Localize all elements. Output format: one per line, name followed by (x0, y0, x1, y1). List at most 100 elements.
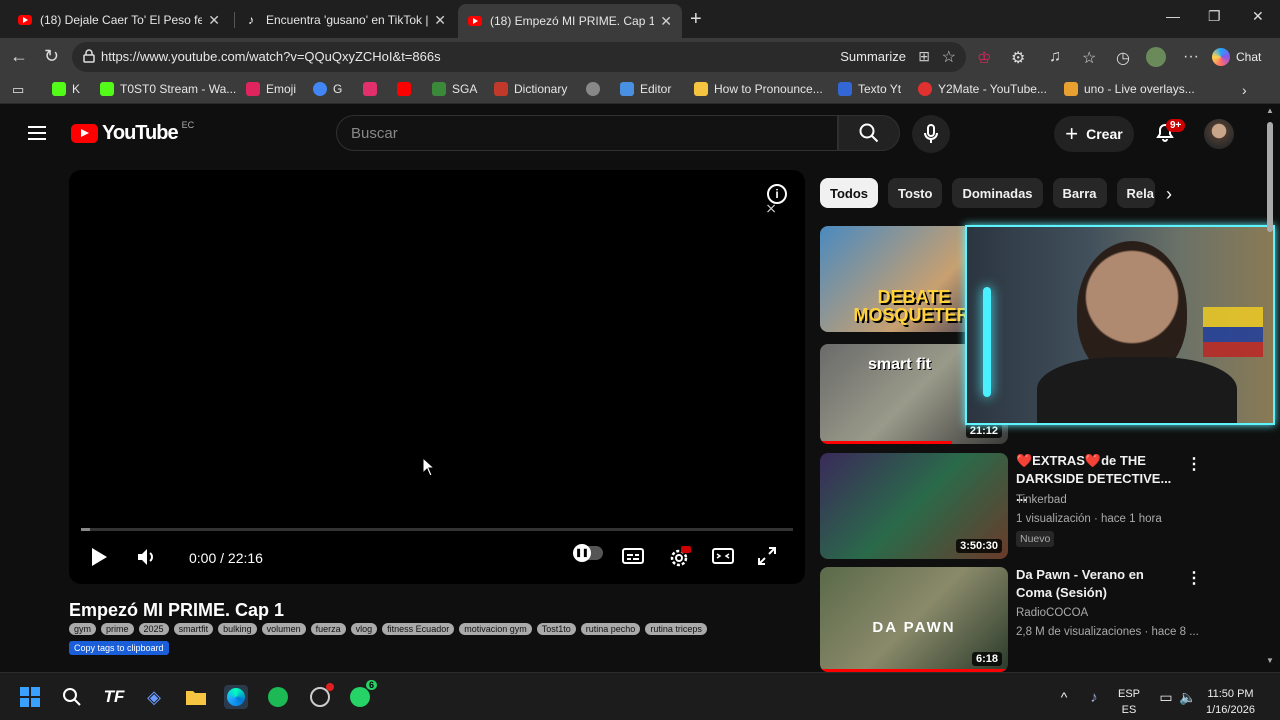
bookmark-item[interactable]: K (52, 82, 80, 96)
summarize-button[interactable]: Summarize (840, 49, 906, 64)
search-icon[interactable] (60, 685, 84, 709)
extensions-puzzle-icon[interactable]: ⚙ (1011, 48, 1025, 68)
clock[interactable]: 11:50 PM 1/16/2026 (1206, 686, 1255, 718)
dev-app-icon[interactable]: ◈ (142, 685, 166, 709)
url-text[interactable]: https://www.youtube.com/watch?v=QQuQxyZC… (101, 49, 441, 64)
close-tab-icon[interactable]: ✕ (208, 12, 220, 29)
tag-chip[interactable]: vlog (350, 623, 378, 635)
tag-chip[interactable]: gym (69, 623, 97, 635)
favorites-icon[interactable]: ☆ (1082, 48, 1096, 68)
tag-chip[interactable]: motivacion gym (459, 623, 532, 635)
volume-tray-icon[interactable]: 🔈 (1176, 685, 1200, 709)
chip-barra[interactable]: Barra (1052, 178, 1107, 208)
language-indicator[interactable]: ESP ES (1118, 686, 1140, 718)
profile-avatar[interactable] (1146, 47, 1166, 67)
recommendation-thumbnail[interactable]: DA PAWN 6:18 (820, 567, 1008, 672)
video-player[interactable]: i ⨯ 0:00 / 22:16 ❚❚ (69, 170, 805, 584)
bookmarks-more-chevron-icon[interactable]: › (1242, 82, 1247, 98)
tag-chip[interactable]: volumen (261, 623, 306, 635)
tray-chevron-up-icon[interactable]: ^ (1052, 685, 1076, 709)
obs-icon[interactable] (308, 683, 334, 709)
create-button[interactable]: + Crear (1054, 116, 1134, 152)
chevron-right-icon[interactable]: › (1166, 184, 1172, 205)
tag-chip[interactable]: 2025 (138, 623, 169, 635)
history-icon[interactable]: ◷ (1116, 48, 1130, 68)
reload-icon[interactable]: ↻ (44, 46, 59, 67)
tag-chip[interactable]: rutina pecho (580, 623, 641, 635)
bookmark-item[interactable]: G (313, 82, 342, 96)
play-button[interactable] (89, 546, 109, 568)
bookmark-openai-icon[interactable] (586, 82, 606, 96)
tag-chip[interactable]: rutina triceps (645, 623, 707, 635)
search-button[interactable] (838, 115, 900, 151)
restore-icon[interactable]: ❐ (1208, 8, 1221, 25)
favorite-star-icon[interactable]: ☆ (942, 47, 956, 67)
tab-youtube-active[interactable]: (18) Empezó MI PRIME. Cap 1 - Yo ✕ (458, 4, 682, 38)
back-arrow-icon[interactable]: ← (10, 46, 28, 67)
youtube-logo[interactable]: YouTube EC (71, 120, 194, 145)
copy-tags-button[interactable]: Copy tags to clipboard (69, 641, 169, 655)
recommendation-thumbnail[interactable]: 3:50:30 (820, 453, 1008, 559)
account-avatar[interactable] (1204, 119, 1234, 149)
bookmark-item[interactable]: Texto Yt (838, 82, 901, 96)
page-scrollbar[interactable]: ▲ ▼ (1264, 104, 1276, 672)
tag-chip[interactable]: fitness Ecuador (382, 623, 455, 635)
progress-bar[interactable] (81, 528, 793, 531)
bookmark-item[interactable]: Y2Mate - YouTube... (918, 82, 1047, 96)
chip-todos[interactable]: Todos (820, 178, 879, 208)
bookmark-reading-icon[interactable]: ▭ (12, 82, 24, 98)
bookmark-item[interactable]: How to Pronounce... (694, 82, 823, 96)
bookmark-item[interactable]: T0ST0 Stream - Wa... (100, 82, 236, 96)
hamburger-menu-icon[interactable] (28, 126, 46, 140)
new-tab-button[interactable]: + (690, 8, 702, 31)
more-menu-icon[interactable]: ··· (1183, 48, 1199, 66)
theater-mode-button[interactable] (711, 546, 735, 566)
network-icon[interactable]: ▭ (1154, 685, 1178, 709)
extension-icon[interactable]: ♔ (977, 48, 991, 68)
chip-tosto[interactable]: Tosto (888, 178, 943, 208)
minimize-icon[interactable]: — (1166, 8, 1180, 24)
windows-start-icon[interactable] (18, 685, 42, 709)
volume-button[interactable] (135, 546, 157, 568)
address-bar[interactable]: https://www.youtube.com/watch?v=QQuQxyZC… (72, 42, 966, 72)
search-input[interactable] (337, 116, 837, 150)
bookmark-item[interactable]: uno - Live overlays... (1064, 82, 1195, 96)
media-icon[interactable]: ♫ (1049, 48, 1061, 66)
site-info-icon[interactable] (82, 49, 96, 63)
close-window-icon[interactable]: ✕ (1252, 8, 1264, 25)
tag-chip[interactable]: smartfit (173, 623, 214, 635)
more-options-icon[interactable]: ⋮ (1186, 454, 1202, 474)
close-tab-icon[interactable]: ✕ (434, 12, 446, 29)
whatsapp-icon[interactable]: 6 (348, 679, 378, 709)
bookmark-instagram-icon[interactable] (363, 82, 383, 96)
tag-chip[interactable]: prime (101, 623, 134, 635)
close-tab-icon[interactable]: ✕ (660, 13, 672, 30)
bookmark-item[interactable]: SGA (432, 82, 477, 96)
tf-app-icon[interactable]: TF (102, 685, 126, 709)
bookmark-item[interactable]: Emoji (246, 82, 296, 96)
recommendation-title[interactable]: Da Pawn - Verano en Coma (Sesión) (1016, 566, 1176, 602)
voice-search-button[interactable] (912, 115, 950, 153)
fullscreen-button[interactable] (757, 546, 777, 566)
scrollbar-thumb[interactable] (1267, 122, 1273, 232)
bookmark-item[interactable]: Editor (620, 82, 671, 96)
tag-chip[interactable]: bulking (218, 623, 257, 635)
microphone-tray-icon[interactable]: ♪ (1082, 685, 1106, 709)
tab-youtube-1[interactable]: (18) Dejale Caer To' El Peso feat. H ✕ (8, 6, 230, 34)
tag-chip[interactable]: fuerza (310, 623, 346, 635)
subtitles-button[interactable] (621, 546, 645, 566)
bookmark-youtube-icon[interactable] (397, 82, 417, 96)
file-explorer-icon[interactable] (184, 685, 208, 709)
chip-rela[interactable]: Rela (1116, 178, 1155, 208)
chip-dominadas[interactable]: Dominadas (952, 178, 1043, 208)
bookmark-item[interactable]: Dictionary (494, 82, 567, 96)
tab-tiktok[interactable]: ♪ Encuentra 'gusano' en TikTok | Bus ✕ (234, 6, 456, 34)
search-box[interactable] (336, 115, 838, 151)
edge-browser-icon[interactable] (224, 685, 248, 709)
channel-name[interactable]: RadioCOCOA (1016, 607, 1088, 619)
settings-button[interactable] (667, 546, 691, 570)
spotify-icon[interactable] (266, 685, 290, 709)
copilot-chat-button[interactable]: Chat (1212, 42, 1274, 72)
channel-name[interactable]: Tinkerbad (1016, 494, 1067, 506)
more-options-icon[interactable]: ⋮ (1186, 568, 1202, 588)
